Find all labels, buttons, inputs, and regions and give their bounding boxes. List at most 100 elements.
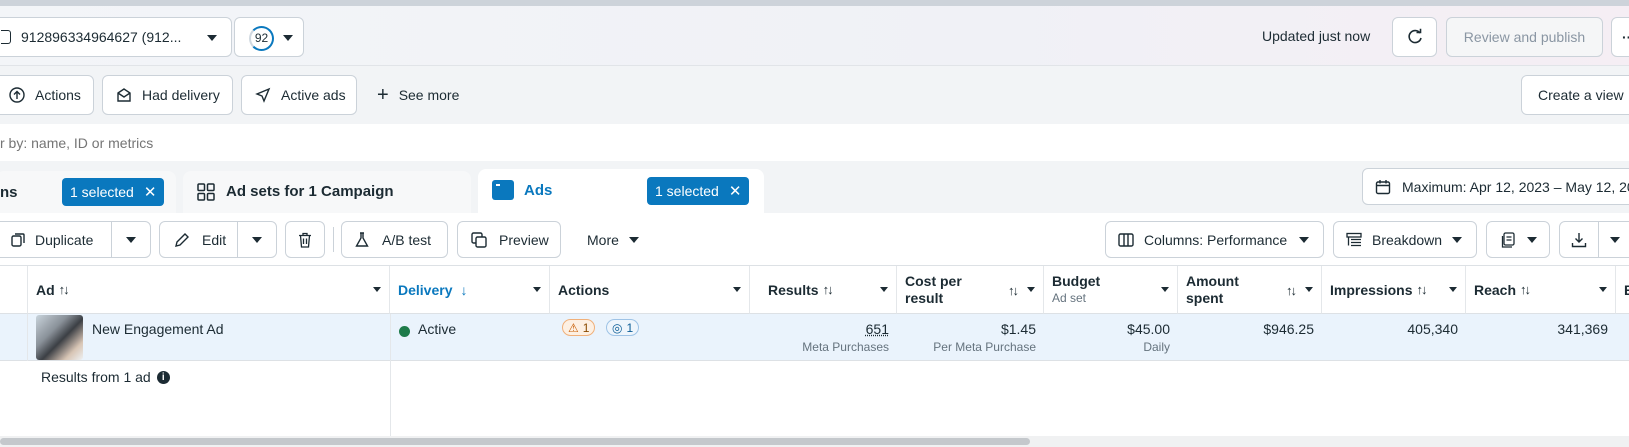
more-actions-button[interactable]: More (576, 221, 656, 258)
amount-spent-cell: $946.25 (1178, 314, 1322, 361)
plus-icon: + (377, 87, 389, 103)
delivery-status: Active (418, 321, 456, 337)
info-badge[interactable]: ◎ 1 (606, 319, 639, 336)
see-more-filters-button[interactable]: + See more (368, 75, 468, 115)
chevron-down-icon[interactable] (1599, 287, 1607, 292)
sort-icon[interactable]: ↑↓ (1520, 282, 1529, 297)
horizontal-scrollbar[interactable] (0, 438, 1030, 445)
refresh-icon (1406, 28, 1424, 46)
chevron-down-icon[interactable] (1449, 287, 1457, 292)
edit-label: Edit (202, 232, 226, 248)
info-icon[interactable]: i (157, 371, 170, 384)
tab-ads[interactable]: Ads 1 selected ✕ (478, 169, 764, 213)
column-header-actions[interactable]: Actions (550, 266, 750, 314)
campaigns-selected-pill[interactable]: 1 selected ✕ (62, 178, 164, 206)
tab-ad-sets-label: Ad sets for 1 Campaign (226, 183, 394, 200)
column-header-results[interactable]: Results ↑↓ (750, 266, 897, 314)
ad-thumbnail[interactable] (36, 315, 83, 360)
sort-icon[interactable]: ↑↓ (1416, 282, 1425, 297)
ad-name-link[interactable]: New Engagement Ad (92, 321, 224, 337)
export-dropdown[interactable] (1598, 221, 1629, 258)
columns-button[interactable]: Columns: Performance (1105, 221, 1324, 258)
chevron-down-icon (1452, 237, 1462, 243)
chevron-down-icon[interactable] (533, 287, 541, 292)
amount-spent-value: $946.25 (1178, 321, 1314, 337)
column-header-impressions[interactable]: Impressions ↑↓ (1322, 266, 1466, 314)
more-options-button[interactable]: ·· (1611, 17, 1629, 57)
sort-icon[interactable]: ↑↓ (823, 282, 832, 297)
paper-plane-icon (255, 87, 271, 103)
filter-had-delivery[interactable]: Had delivery (102, 75, 233, 115)
table-row[interactable]: New Engagement Ad Active ⚠ 1 ◎ 1 651 Meta … (0, 314, 1629, 361)
search-input[interactable] (0, 124, 1629, 161)
edit-dropdown[interactable] (237, 221, 277, 258)
results-value[interactable]: 651 (750, 321, 889, 337)
summary-row: Results from 1 ad i (41, 369, 170, 385)
tab-campaigns[interactable]: ns 1 selected ✕ (0, 171, 176, 213)
updated-status: Updated just now (1262, 28, 1370, 44)
filter-actions[interactable]: Actions (0, 75, 94, 115)
close-icon[interactable]: ✕ (729, 182, 742, 200)
account-selector[interactable]: 912896334964627 (912... (0, 17, 232, 57)
sort-icon[interactable]: ↑↓ (1286, 282, 1295, 299)
chevron-down-icon[interactable] (1161, 287, 1169, 292)
reports-button[interactable] (1486, 221, 1550, 258)
chevron-down-icon (283, 35, 293, 41)
grid-icon (197, 183, 215, 201)
action-toolbar: Duplicate Edit A/B test Preview More Col… (0, 213, 1629, 266)
chevron-down-icon[interactable] (1027, 287, 1035, 292)
ads-table: Ad ↑↓ Delivery ↓ Actions Results ↑↓ Cost… (0, 266, 1629, 447)
chevron-down-icon[interactable] (1305, 287, 1313, 292)
columns-label: Columns: Performance (1144, 232, 1287, 248)
duplicate-button[interactable]: Duplicate (0, 221, 112, 258)
duplicate-dropdown[interactable] (111, 221, 151, 258)
column-header-ad[interactable]: Ad ↑↓ (28, 266, 390, 314)
chevron-down-icon (629, 237, 639, 243)
edit-button[interactable]: Edit (159, 221, 238, 258)
sort-desc-icon[interactable]: ↓ (460, 282, 467, 298)
column-header-delivery[interactable]: Delivery ↓ (390, 266, 550, 314)
refresh-button[interactable] (1392, 17, 1437, 57)
column-header-cost-per-result[interactable]: Cost per result ↑↓ (897, 266, 1044, 314)
score-selector[interactable]: 92 (234, 17, 304, 57)
chevron-down-icon[interactable] (880, 287, 888, 292)
column-header-budget[interactable]: Budget Ad set (1044, 266, 1178, 314)
trash-icon (298, 232, 312, 248)
header-bar: 912896334964627 (912... 92 Updated just … (0, 6, 1629, 66)
ab-test-button[interactable]: A/B test (341, 221, 448, 258)
campaigns-selected-label: 1 selected (70, 184, 134, 200)
reports-icon (1501, 232, 1517, 248)
create-view-button[interactable]: Create a view (1521, 75, 1629, 115)
filter-active-ads[interactable]: Active ads (241, 75, 357, 115)
preview-icon (471, 232, 487, 248)
budget-value: $45.00 (1044, 321, 1170, 337)
columns-icon (1118, 232, 1134, 248)
delete-button[interactable] (285, 221, 325, 258)
preview-button[interactable]: Preview (457, 221, 561, 258)
tab-ad-sets[interactable]: Ad sets for 1 Campaign (183, 171, 471, 213)
sort-icon[interactable]: ↑↓ (59, 282, 68, 297)
delivery-cell: Active (390, 314, 550, 361)
column-header-checkbox (0, 266, 28, 314)
date-range-picker[interactable]: Maximum: Apr 12, 2023 – May 12, 20 (1362, 168, 1629, 205)
chevron-down-icon (1299, 237, 1309, 243)
close-icon[interactable]: ✕ (144, 183, 157, 201)
filter-active-ads-label: Active ads (281, 87, 346, 103)
export-button[interactable] (1559, 221, 1599, 258)
search-bar (0, 124, 1629, 161)
column-header-reach[interactable]: Reach ↑↓ (1466, 266, 1616, 314)
column-header-cost-label-2: result (905, 290, 962, 307)
budget-cell: $45.00 Daily (1044, 314, 1178, 361)
breakdown-button[interactable]: Breakdown (1333, 221, 1477, 258)
column-header-amount-spent[interactable]: Amount spent ↑↓ (1178, 266, 1322, 314)
ads-selected-label: 1 selected (655, 183, 719, 199)
cost-sub: Per Meta Purchase (897, 340, 1036, 354)
sort-icon[interactable]: ↑↓ (1008, 282, 1017, 299)
ads-selected-pill[interactable]: 1 selected ✕ (647, 177, 749, 205)
column-header-next[interactable]: E (1616, 266, 1629, 314)
chevron-down-icon[interactable] (373, 287, 381, 292)
review-and-publish-button[interactable]: Review and publish (1446, 17, 1603, 57)
warning-badge[interactable]: ⚠ 1 (562, 319, 595, 336)
chevron-down-icon[interactable] (733, 287, 741, 292)
warning-icon: ⚠ (568, 321, 579, 335)
